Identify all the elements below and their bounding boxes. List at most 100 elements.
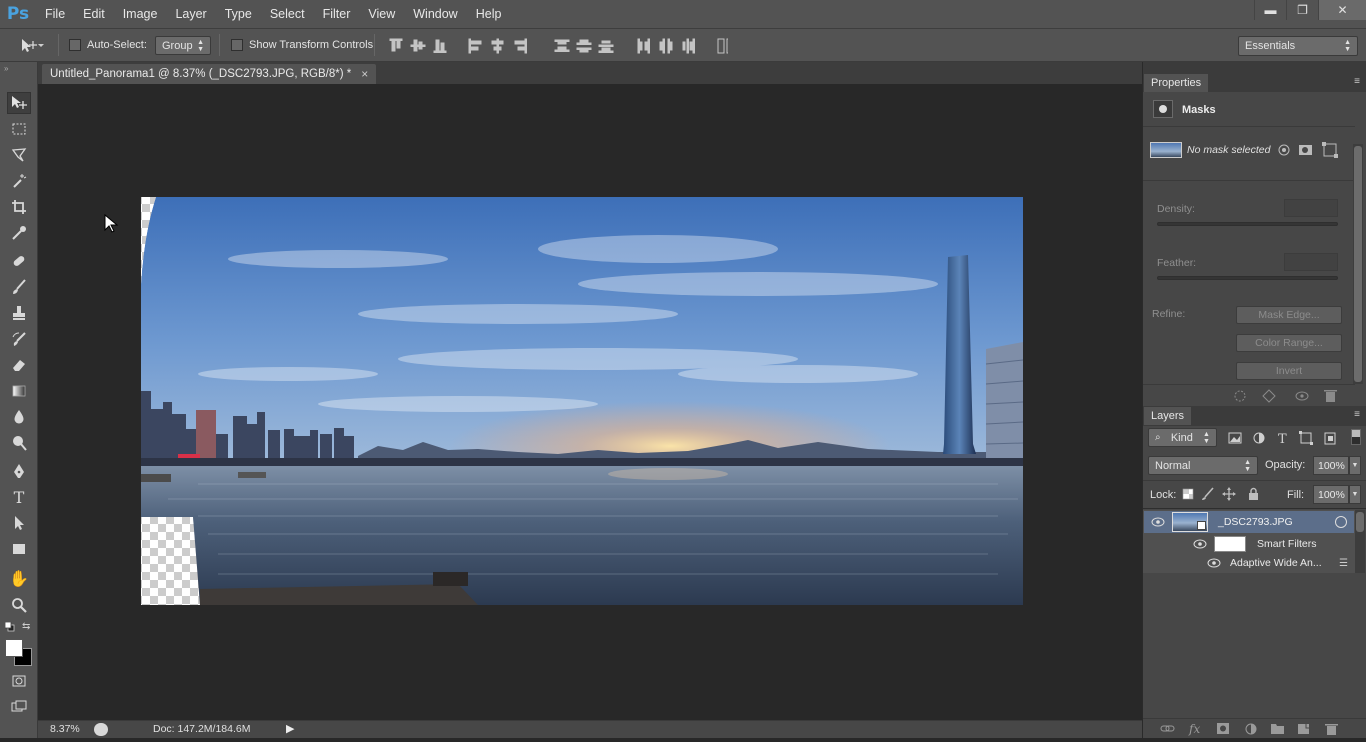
- filter-toggle-switch[interactable]: [1351, 429, 1361, 445]
- close-tab-icon[interactable]: ×: [361, 67, 368, 81]
- smart-filters-row[interactable]: Smart Filters: [1144, 534, 1354, 554]
- pixel-filter-icon: [1228, 432, 1242, 444]
- minimize-button[interactable]: ▬: [1254, 0, 1286, 20]
- menu-file[interactable]: File: [36, 0, 74, 28]
- panorama-canvas[interactable]: [38, 84, 1142, 720]
- dodge-tool-icon[interactable]: [7, 432, 31, 454]
- quick-mask-icon[interactable]: [7, 670, 31, 692]
- collapse-arrows-icon[interactable]: »: [4, 64, 34, 73]
- magic-wand-tool-icon[interactable]: [7, 170, 31, 192]
- eye-visibility-icon[interactable]: [1144, 517, 1172, 527]
- menu-window[interactable]: Window: [404, 0, 466, 28]
- document-tab-bar: Untitled_Panorama1 @ 8.37% (_DSC2793.JPG…: [38, 62, 1142, 84]
- menu-view[interactable]: View: [359, 0, 404, 28]
- masks-section-title: Masks: [1182, 104, 1216, 116]
- layers-scrollbar[interactable]: [1355, 510, 1365, 573]
- eyedropper-tool-icon[interactable]: [7, 222, 31, 244]
- link-layers-icon: [1160, 725, 1175, 732]
- default-colors-icon[interactable]: [4, 621, 15, 632]
- close-button[interactable]: ✕: [1318, 0, 1366, 20]
- layers-panel-menu-icon[interactable]: ≡: [1354, 409, 1360, 420]
- auto-select-checkbox[interactable]: [69, 39, 81, 51]
- new-group-icon: [1271, 724, 1284, 734]
- history-brush-tool-icon[interactable]: [7, 328, 31, 350]
- opacity-input[interactable]: 100%: [1313, 456, 1349, 475]
- swap-colors-icon[interactable]: ⇆: [22, 621, 34, 633]
- move-tool-icon[interactable]: [7, 92, 31, 114]
- filter-name: Adaptive Wide An...: [1230, 557, 1322, 569]
- align-distribute-group: [388, 38, 734, 54]
- move-tool-preset-icon[interactable]: [18, 37, 46, 53]
- density-input[interactable]: [1284, 199, 1338, 217]
- invert-button[interactable]: Invert: [1236, 362, 1342, 380]
- layer-filter-dropdown[interactable]: ⌕ Kind ▲ ▼: [1148, 428, 1217, 447]
- mask-edge-button[interactable]: Mask Edge...: [1236, 306, 1342, 324]
- menu-help[interactable]: Help: [467, 0, 511, 28]
- eye-visibility-icon[interactable]: [1186, 539, 1214, 549]
- add-vector-mask-icon: [1322, 142, 1338, 158]
- fill-input[interactable]: 100%: [1313, 485, 1349, 504]
- align-top-icon: [389, 38, 403, 52]
- menu-type[interactable]: Type: [216, 0, 261, 28]
- lock-transparent-icon: [1182, 488, 1194, 500]
- zoom-level[interactable]: 8.37%: [50, 723, 80, 735]
- density-slider[interactable]: [1157, 222, 1338, 226]
- smart-filter-visibility-icon[interactable]: [1335, 516, 1347, 528]
- menu-select[interactable]: Select: [261, 0, 314, 28]
- screen-mode-icon[interactable]: [7, 696, 31, 718]
- properties-tab[interactable]: Properties: [1144, 74, 1209, 92]
- opacity-label: Opacity:: [1265, 459, 1306, 471]
- menu-filter[interactable]: Filter: [314, 0, 360, 28]
- status-bar: 8.37% Doc: 147.2M/184.6M ▶: [38, 720, 1142, 738]
- filter-blending-options-icon[interactable]: ☰: [1339, 558, 1348, 569]
- type-tool-icon[interactable]: T: [7, 486, 31, 508]
- opacity-dropdown-arrow-icon[interactable]: ▼: [1349, 456, 1361, 475]
- lasso-tool-icon[interactable]: [7, 144, 31, 166]
- clone-stamp-tool-icon[interactable]: [7, 302, 31, 324]
- canvas-area[interactable]: [38, 84, 1142, 720]
- auto-select-target-dropdown[interactable]: Group ▲ ▼: [155, 36, 211, 55]
- eraser-tool-icon[interactable]: [7, 354, 31, 376]
- crop-tool-icon[interactable]: [7, 196, 31, 218]
- divider: [374, 34, 375, 56]
- marquee-tool-icon[interactable]: [7, 118, 31, 140]
- gradient-tool-icon[interactable]: [7, 380, 31, 402]
- feather-input[interactable]: [1284, 253, 1338, 271]
- adjustment-filter-icon: [1253, 432, 1265, 444]
- feather-slider[interactable]: [1157, 276, 1338, 280]
- tools-panel: » T ✋ ⇆: [0, 62, 38, 738]
- zoom-tool-icon[interactable]: [7, 594, 31, 616]
- menu-bar: Ps File Edit Image Layer Type Select Fil…: [0, 0, 1366, 28]
- hand-tool-icon[interactable]: ✋: [7, 568, 31, 590]
- rectangle-tool-icon[interactable]: [7, 538, 31, 560]
- fill-dropdown-arrow-icon[interactable]: ▼: [1349, 485, 1361, 504]
- show-transform-checkbox[interactable]: [231, 39, 243, 51]
- restore-button[interactable]: ❐: [1286, 0, 1318, 20]
- layers-tab[interactable]: Layers: [1144, 407, 1192, 425]
- status-menu-arrow-icon[interactable]: ▶: [286, 722, 294, 735]
- path-selection-tool-icon[interactable]: [7, 512, 31, 534]
- window-controls: ▬ ❐ ✕: [1254, 0, 1366, 22]
- menu-image[interactable]: Image: [114, 0, 167, 28]
- pen-tool-icon[interactable]: [7, 460, 31, 482]
- menu-layer[interactable]: Layer: [166, 0, 215, 28]
- lock-pixels-icon: [1202, 487, 1214, 500]
- healing-brush-tool-icon[interactable]: [7, 250, 31, 272]
- blur-tool-icon[interactable]: [7, 406, 31, 428]
- status-info-icon[interactable]: [94, 723, 108, 736]
- blend-mode-dropdown[interactable]: Normal ▲ ▼: [1148, 456, 1258, 475]
- menu-edit[interactable]: Edit: [74, 0, 114, 28]
- panel-menu-icon[interactable]: ≡: [1354, 76, 1360, 87]
- workspace-dropdown[interactable]: Essentials ▲ ▼: [1238, 36, 1358, 56]
- filter-mask-thumbnail[interactable]: [1214, 536, 1246, 552]
- auto-align-icon: [717, 38, 734, 54]
- layer-row[interactable]: _DSC2793.JPG: [1144, 511, 1354, 533]
- search-icon: ⌕: [1155, 432, 1161, 443]
- document-tab[interactable]: Untitled_Panorama1 @ 8.37% (_DSC2793.JPG…: [42, 64, 377, 84]
- properties-scrollbar[interactable]: [1353, 144, 1363, 384]
- brush-tool-icon[interactable]: [7, 276, 31, 298]
- eye-visibility-icon[interactable]: [1206, 558, 1222, 568]
- foreground-color-swatch[interactable]: [5, 639, 23, 657]
- color-range-button[interactable]: Color Range...: [1236, 334, 1342, 352]
- filter-row[interactable]: Adaptive Wide An... ☰: [1144, 553, 1354, 573]
